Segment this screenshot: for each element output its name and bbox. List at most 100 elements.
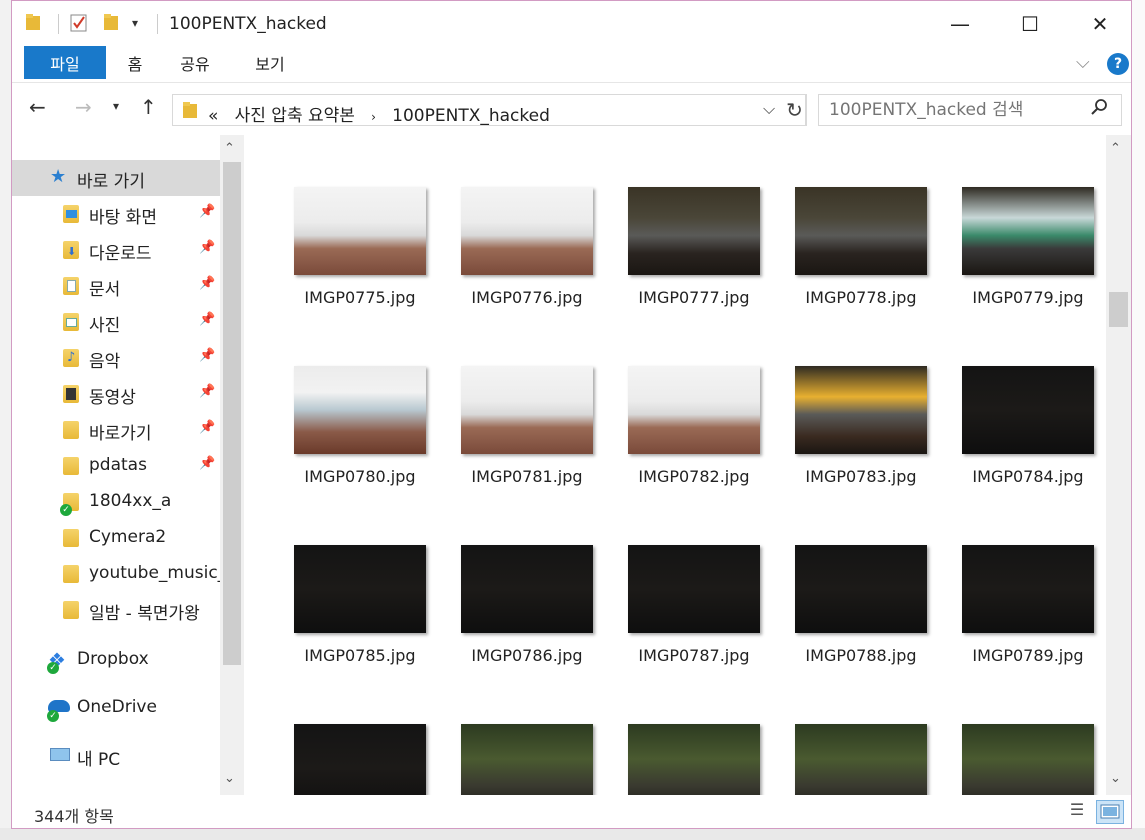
file-name[interactable]: IMGP0787.jpg	[614, 646, 774, 665]
file-thumbnail[interactable]	[962, 187, 1094, 275]
file-thumbnail[interactable]	[795, 724, 927, 795]
sidebar-scrollbar[interactable]: ⌃ ⌄	[220, 135, 244, 795]
folder-app-icon	[26, 14, 40, 30]
maximize-button[interactable]: ☐	[995, 1, 1065, 46]
pin-icon[interactable]: 📌	[199, 456, 215, 471]
file-name[interactable]: IMGP0776.jpg	[447, 288, 607, 307]
sidebar-item-this-pc[interactable]: 내 PC	[12, 738, 220, 774]
sidebar-item-label: 바로가기	[89, 424, 152, 444]
address-dropdown-chevron-icon[interactable]: ⌵	[763, 99, 775, 119]
sidebar-item-downloads[interactable]: ⬇ 다운로드 📌	[12, 232, 220, 268]
refresh-icon[interactable]: ↻	[783, 94, 807, 126]
file-thumbnail[interactable]	[461, 724, 593, 795]
pin-icon[interactable]: 📌	[199, 384, 215, 399]
sidebar-item-pictures[interactable]: 사진 📌	[12, 304, 220, 340]
forward-arrow-icon[interactable]: →	[75, 95, 92, 119]
file-thumbnail[interactable]	[962, 366, 1094, 454]
breadcrumb-item-photos[interactable]: 사진 압축 요약본	[235, 106, 355, 126]
sidebar-item-youtube-music[interactable]: youtube_music_	[12, 556, 226, 592]
file-thumbnail[interactable]	[461, 366, 593, 454]
pin-icon[interactable]: 📌	[199, 420, 215, 435]
content-scrollbar[interactable]: ⌃ ⌄	[1106, 135, 1131, 795]
file-thumbnail[interactable]	[294, 187, 426, 275]
tab-view[interactable]: 보기	[236, 46, 304, 79]
back-arrow-icon[interactable]: ←	[29, 95, 46, 119]
tab-file[interactable]: 파일	[24, 46, 106, 79]
address-bar[interactable]: « 사진 압축 요약본 › 100PENTX_hacked ⌵	[172, 94, 806, 126]
file-name[interactable]: IMGP0775.jpg	[280, 288, 440, 307]
sidebar-item-music[interactable]: ♪ 음악 📌	[12, 340, 220, 376]
breadcrumb-overflow[interactable]: «	[208, 106, 218, 126]
sidebar-item-onedrive[interactable]: ✓ OneDrive	[12, 690, 220, 726]
scroll-up-icon[interactable]: ⌃	[224, 141, 235, 156]
content-scrollbar-thumb[interactable]	[1109, 292, 1128, 327]
minimize-button[interactable]: —	[925, 1, 995, 46]
close-button[interactable]: ✕	[1065, 1, 1135, 46]
file-name[interactable]: IMGP0789.jpg	[948, 646, 1106, 665]
file-name[interactable]: IMGP0778.jpg	[781, 288, 941, 307]
pin-icon[interactable]: 📌	[199, 348, 215, 363]
file-thumbnail[interactable]	[795, 545, 927, 633]
sidebar-item-cymera2[interactable]: Cymera2	[12, 520, 220, 556]
tab-home[interactable]: 홈	[106, 46, 164, 79]
file-thumbnail[interactable]	[628, 545, 760, 633]
sidebar-scrollbar-thumb[interactable]	[223, 162, 241, 665]
breadcrumb-separator-icon[interactable]: ›	[371, 110, 376, 124]
file-name[interactable]: IMGP0788.jpg	[781, 646, 941, 665]
file-thumbnail[interactable]	[294, 724, 426, 795]
file-thumbnail[interactable]	[795, 366, 927, 454]
help-button[interactable]: ?	[1107, 53, 1129, 75]
pin-icon[interactable]: 📌	[199, 276, 215, 291]
expand-ribbon-chevron-icon[interactable]: ⌵	[1076, 52, 1090, 73]
large-icons-view-icon[interactable]	[1096, 800, 1124, 824]
file-thumbnail[interactable]	[461, 545, 593, 633]
sidebar-item-shortcuts[interactable]: 바로가기 📌	[12, 412, 220, 448]
properties-icon[interactable]	[70, 14, 88, 32]
customize-toolbar-icon[interactable]: ▾	[132, 16, 138, 30]
search-box[interactable]	[818, 94, 1122, 126]
details-view-icon[interactable]: ☰	[1065, 800, 1089, 822]
file-name[interactable]: IMGP0786.jpg	[447, 646, 607, 665]
sidebar-item-dropbox[interactable]: ❖ ✓ Dropbox	[12, 642, 220, 678]
sidebar-item-pdatas[interactable]: pdatas 📌	[12, 448, 220, 484]
file-thumbnail[interactable]	[461, 187, 593, 275]
new-folder-icon[interactable]	[104, 14, 118, 30]
file-thumbnail[interactable]	[628, 187, 760, 275]
file-thumbnail[interactable]	[294, 545, 426, 633]
file-name[interactable]: IMGP0782.jpg	[614, 467, 774, 486]
sidebar-item-quick-access[interactable]: ★ 바로 가기	[12, 160, 220, 196]
sidebar-item-videos[interactable]: 동영상 📌	[12, 376, 220, 412]
file-name[interactable]: IMGP0777.jpg	[614, 288, 774, 307]
file-thumbnail[interactable]	[795, 187, 927, 275]
file-thumbnail[interactable]	[628, 724, 760, 795]
file-explorer-window: ▾ 100PENTX_hacked — ☐ ✕ 파일 홈 공유 보기 ⌵ ? ←…	[11, 0, 1132, 829]
file-name[interactable]: IMGP0781.jpg	[447, 467, 607, 486]
pin-icon[interactable]: 📌	[199, 204, 215, 219]
sidebar-item-ilbam[interactable]: 일밤 - 복면가왕	[12, 592, 220, 628]
file-name[interactable]: IMGP0780.jpg	[280, 467, 440, 486]
file-name[interactable]: IMGP0783.jpg	[781, 467, 941, 486]
sidebar-item-desktop[interactable]: 바탕 화면 📌	[12, 196, 220, 232]
desktop-folder-icon	[63, 205, 79, 223]
search-input[interactable]	[829, 100, 1079, 120]
pin-icon[interactable]: 📌	[199, 240, 215, 255]
tab-share[interactable]: 공유	[164, 46, 226, 79]
file-thumbnail[interactable]	[962, 724, 1094, 795]
sidebar-item-documents[interactable]: 문서 📌	[12, 268, 220, 304]
breadcrumb-item-current[interactable]: 100PENTX_hacked	[392, 106, 550, 126]
file-thumbnail[interactable]	[628, 366, 760, 454]
sidebar-item-1804xx-a[interactable]: ✓ 1804xx_a	[12, 484, 220, 520]
file-name[interactable]: IMGP0784.jpg	[948, 467, 1106, 486]
scroll-down-icon[interactable]: ⌄	[224, 771, 235, 786]
file-thumbnail[interactable]	[294, 366, 426, 454]
file-name[interactable]: IMGP0779.jpg	[948, 288, 1106, 307]
file-thumbnail[interactable]	[962, 545, 1094, 633]
scroll-down-icon[interactable]: ⌄	[1110, 771, 1121, 786]
search-icon[interactable]	[1091, 99, 1107, 120]
pin-icon[interactable]: 📌	[199, 312, 215, 327]
file-name[interactable]: IMGP0785.jpg	[280, 646, 440, 665]
downloads-folder-icon: ⬇	[63, 241, 79, 259]
scroll-up-icon[interactable]: ⌃	[1110, 141, 1121, 156]
recent-locations-chevron-icon[interactable]: ▾	[113, 99, 119, 113]
up-arrow-icon[interactable]: ↑	[140, 95, 157, 119]
